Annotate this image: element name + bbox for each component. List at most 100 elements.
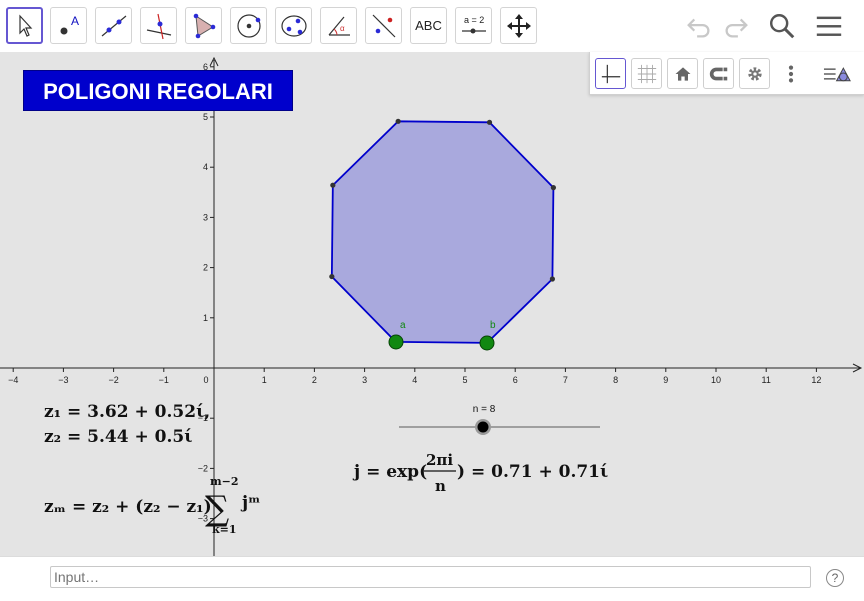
formula-j-numerator: 2πi — [426, 451, 453, 469]
axes-toggle-button[interactable] — [595, 58, 626, 89]
x-tick-label: 8 — [613, 375, 618, 385]
undo-icon — [687, 18, 710, 38]
style-bar-toggle-icon — [823, 66, 851, 81]
formula-zm-lhs: zₘ = z₂ + (z₂ − z₁) — [44, 497, 212, 517]
formula-j: j = exp( 2πi n ) = 0.71 + 0.71ί — [352, 451, 608, 495]
hamburger-menu-icon — [816, 16, 842, 36]
menu-button[interactable] — [813, 10, 845, 42]
regular-octagon[interactable] — [330, 120, 555, 344]
x-tick-label: −4 — [8, 375, 18, 385]
octagon-vertex[interactable] — [329, 273, 335, 280]
move-tool[interactable] — [6, 7, 43, 44]
polygon-icon — [193, 13, 215, 38]
point-tool[interactable]: A — [50, 7, 87, 44]
x-tick-label: 11 — [762, 375, 771, 385]
help-button[interactable]: ? — [826, 569, 844, 587]
slider-handle[interactable] — [477, 421, 489, 433]
formula-zm-sum-lower: k=1 — [212, 523, 237, 536]
move-arrows-icon — [506, 13, 531, 38]
graphics-settings-button[interactable] — [739, 58, 770, 89]
page-title[interactable]: POLIGONI REGOLARI — [23, 70, 293, 111]
point-b-label: b — [490, 320, 496, 331]
point-capturing-button[interactable] — [703, 58, 734, 89]
x-axis-ticks: −4 −3 −2 −1 0 1 2 3 4 5 6 7 8 9 10 11 12 — [8, 368, 821, 385]
x-tick-label: −1 — [159, 375, 169, 385]
algebra-input[interactable] — [50, 566, 811, 588]
y-tick-label: 4 — [203, 162, 208, 172]
x-tick-label: 5 — [462, 375, 467, 385]
formula-j-rhs: ) = 0.71 + 0.71ί — [457, 462, 608, 482]
cursor-arrow-icon — [18, 13, 32, 37]
n-slider[interactable]: n = 8 — [399, 404, 600, 435]
text-tool[interactable]: ABC — [410, 7, 447, 44]
text-tool-label: ABC — [415, 18, 442, 33]
perpendicular-tool[interactable] — [140, 7, 177, 44]
formula-z1: z₁ = 3.62 + 0.52ί, — [44, 402, 210, 422]
svg-text:α: α — [340, 24, 345, 33]
point-a-label: a — [400, 320, 406, 331]
slider-label: n = 8 — [473, 404, 496, 415]
x-tick-label: 2 — [312, 375, 317, 385]
line-icon — [101, 15, 126, 36]
point-b[interactable] — [479, 335, 495, 351]
move-graphics-tool[interactable] — [500, 7, 537, 44]
circle-tool[interactable] — [230, 7, 267, 44]
more-options-button[interactable] — [775, 58, 806, 89]
point-icon: A — [60, 14, 79, 34]
x-tick-label: 9 — [663, 375, 668, 385]
octagon-vertex[interactable] — [330, 182, 336, 188]
graphics-canvas[interactable]: −4 −3 −2 −1 0 1 2 3 4 5 6 7 8 9 10 11 12 654321−1−2−3 a … — [0, 52, 864, 556]
reflect-about-line-icon — [372, 14, 395, 37]
y-tick-label: −2 — [198, 463, 208, 473]
x-tick-label: 10 — [711, 375, 721, 385]
search-icon — [770, 14, 795, 39]
y-tick-label: 3 — [203, 212, 208, 222]
x-tick-label: −2 — [108, 375, 118, 385]
x-tick-label: 1 — [262, 375, 267, 385]
redo-icon — [725, 18, 748, 38]
formula-zm: zₘ = z₂ + (z₂ − z₁) m−2 ∑ k=1 jᵐ — [44, 475, 261, 536]
formula-zm-sum-upper: m−2 — [210, 475, 239, 488]
standard-view-button[interactable] — [667, 58, 698, 89]
x-tick-label: 3 — [362, 375, 367, 385]
slider-tool[interactable]: a = 2 — [455, 7, 492, 44]
slider-icon: a = 2 — [461, 15, 486, 33]
formula-j-lhs: j = exp( — [352, 462, 427, 482]
x-tick-label: −3 — [58, 375, 68, 385]
redo-button[interactable] — [720, 10, 752, 42]
reflect-tool[interactable] — [365, 7, 402, 44]
grid-toggle-button[interactable] — [631, 58, 662, 89]
formula-j-denominator: n — [435, 477, 446, 495]
ellipse-icon — [280, 14, 307, 37]
undo-button[interactable] — [683, 10, 715, 42]
x-tick-label: 4 — [412, 375, 417, 385]
octagon-vertex[interactable] — [549, 276, 556, 282]
home-icon — [675, 66, 690, 81]
ellipse-tool[interactable] — [275, 7, 312, 44]
angle-tool[interactable]: α — [320, 7, 357, 44]
more-vertical-icon — [788, 64, 793, 83]
graphics-view[interactable]: −4 −3 −2 −1 0 1 2 3 4 5 6 7 8 9 10 11 12 6 5 4 3 2 1 −1 −2 −3 a … — [0, 52, 864, 556]
x-tick-label: 7 — [563, 375, 568, 385]
octagon-vertex[interactable] — [486, 119, 493, 125]
line-tool[interactable] — [95, 7, 132, 44]
y-axis-ticks: 654321−1−2−3 — [198, 62, 214, 524]
algebra-input-bar: ? — [0, 556, 864, 601]
y-tick-label: 1 — [203, 313, 208, 323]
search-button[interactable] — [766, 10, 798, 42]
polygon-tool[interactable] — [185, 7, 222, 44]
magnet-icon — [709, 67, 727, 80]
x-tick-label: 6 — [513, 375, 518, 385]
x-tick-label: 12 — [811, 375, 821, 385]
x-tick-label: 0 — [203, 375, 208, 385]
y-tick-label: 5 — [203, 112, 208, 122]
graphics-style-bar — [589, 52, 864, 95]
perpendicular-line-icon — [146, 13, 171, 39]
octagon-vertex[interactable] — [395, 118, 401, 124]
point-a[interactable] — [388, 334, 404, 350]
toggle-style-bar-button[interactable] — [823, 58, 854, 89]
octagon-vertex[interactable] — [550, 185, 557, 191]
grid-icon — [637, 64, 656, 83]
y-tick-label: 2 — [203, 263, 208, 273]
slider-tool-label: a = 2 — [464, 15, 484, 25]
